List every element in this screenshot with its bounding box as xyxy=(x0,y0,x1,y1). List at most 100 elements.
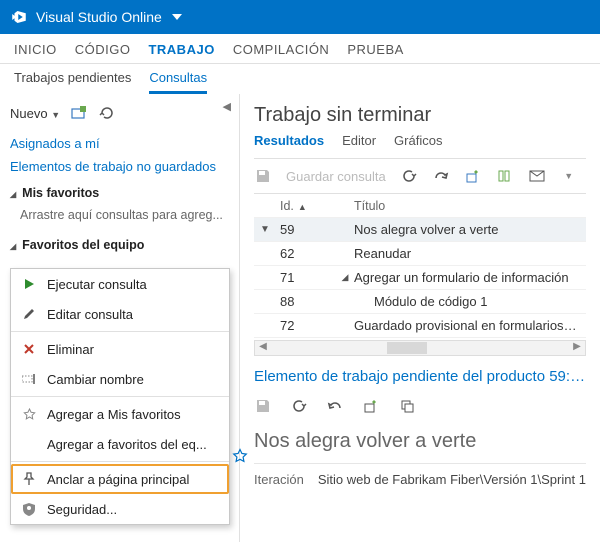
cell-title: Nos alegra volver a verte xyxy=(354,222,586,237)
main-tabs: INICIO CÓDIGO TRABAJO COMPILACIÓN PRUEBA xyxy=(0,34,600,64)
context-menu: Ejecutar consulta Editar consulta Elimin… xyxy=(10,268,230,525)
ctx-label: Agregar a Mis favoritos xyxy=(47,407,181,422)
results-grid: Id. ▲ Título ▼ 59 Nos alegra volver a ver… xyxy=(254,193,586,338)
cell-id: 62 xyxy=(276,246,336,261)
shield-icon xyxy=(21,501,37,517)
redo-icon[interactable] xyxy=(432,167,450,185)
rename-icon xyxy=(21,371,37,387)
vs-logo-icon xyxy=(10,8,28,26)
cell-title: Módulo de código 1 xyxy=(354,294,586,309)
tab-trabajo[interactable]: TRABAJO xyxy=(148,42,214,63)
work-item-link-prefix: Elemento de trabajo pendiente del produc… xyxy=(254,368,585,385)
new-dropdown[interactable]: Nuevo ▼ xyxy=(10,106,60,121)
table-row[interactable]: 72 Guardado provisional en formularios l… xyxy=(254,314,586,338)
link-unsaved-items[interactable]: Elementos de trabajo no guardados xyxy=(10,155,235,178)
refresh-icon[interactable] xyxy=(400,167,418,185)
titlebar: Visual Studio Online xyxy=(0,0,600,34)
ctx-pin-to-home[interactable]: Anclar a página principal xyxy=(11,464,229,494)
tab-codigo[interactable]: CÓDIGO xyxy=(75,42,131,63)
tab-prueba[interactable]: PRUEBA xyxy=(347,42,403,63)
ctx-label: Ejecutar consulta xyxy=(47,277,147,292)
new-item-icon[interactable] xyxy=(464,167,482,185)
ctx-label: Anclar a página principal xyxy=(47,472,189,487)
refresh-icon[interactable] xyxy=(290,397,308,415)
iteration-label: Iteración xyxy=(254,472,304,487)
link-item-icon[interactable] xyxy=(362,397,380,415)
x-icon xyxy=(21,341,37,357)
column-options-icon[interactable] xyxy=(496,167,514,185)
scroll-right-icon[interactable]: ▶ xyxy=(569,341,585,355)
tab-compilacion[interactable]: COMPILACIÓN xyxy=(233,42,330,63)
col-id[interactable]: Id. ▲ xyxy=(276,199,336,213)
star-icon xyxy=(21,406,37,422)
section-team-favorites[interactable]: Favoritos del equipo xyxy=(10,230,235,256)
work-item-title: Nos alegra volver a verte xyxy=(254,425,586,463)
undo-icon[interactable] xyxy=(326,397,344,415)
cell-title: Guardado provisional en formularios la..… xyxy=(354,318,586,333)
ctx-add-team-favorites[interactable]: Agregar a favoritos del eq... xyxy=(11,429,229,459)
cell-id: 72 xyxy=(276,318,336,333)
blank-icon xyxy=(21,436,37,452)
rtab-editor[interactable]: Editor xyxy=(342,133,376,154)
work-item-link[interactable]: Elemento de trabajo pendiente del produc… xyxy=(254,356,586,391)
results-tabs: Resultados Editor Gráficos xyxy=(254,133,586,159)
results-toolbar: Guardar consulta ▼ xyxy=(254,159,586,193)
ctx-run-query[interactable]: Ejecutar consulta xyxy=(11,269,229,299)
copy-icon[interactable] xyxy=(398,397,416,415)
cell-id: 88 xyxy=(276,294,336,309)
ctx-security[interactable]: Seguridad... xyxy=(11,494,229,524)
table-row[interactable]: ▼ 59 Nos alegra volver a verte xyxy=(254,218,586,242)
section-my-favorites[interactable]: Mis favoritos xyxy=(10,178,235,204)
sort-asc-icon: ▲ xyxy=(298,202,307,212)
iteration-value[interactable]: Sitio web de Fabrikam Fiber\Versión 1\Sp… xyxy=(318,472,586,487)
title-dropdown-icon[interactable] xyxy=(172,12,182,22)
ctx-label: Cambiar nombre xyxy=(47,372,144,387)
grid-header: Id. ▲ Título xyxy=(254,194,586,218)
cell-title: Agregar un formulario de información xyxy=(354,270,586,285)
save-icon[interactable] xyxy=(254,167,272,185)
cell-id: 59 xyxy=(276,222,336,237)
ctx-label: Editar consulta xyxy=(47,307,133,322)
rtab-charts[interactable]: Gráficos xyxy=(394,133,442,154)
col-title[interactable]: Título xyxy=(354,199,586,213)
play-icon xyxy=(21,276,37,292)
cell-id: 71 xyxy=(276,270,336,285)
ctx-delete[interactable]: Eliminar xyxy=(11,334,229,364)
table-row[interactable]: 88 Módulo de código 1 xyxy=(254,290,586,314)
cell-title: Reanudar xyxy=(354,246,586,261)
ctx-label: Agregar a favoritos del eq... xyxy=(47,437,207,452)
chevron-down-icon[interactable]: ▼ xyxy=(560,167,578,185)
right-pane: Trabajo sin terminar Resultados Editor G… xyxy=(240,94,600,542)
refresh-icon[interactable] xyxy=(98,104,116,122)
save-icon[interactable] xyxy=(254,397,272,415)
favorite-star-icon[interactable] xyxy=(232,448,248,464)
new-folder-icon[interactable] xyxy=(70,104,88,122)
subtab-queries[interactable]: Consultas xyxy=(149,70,207,94)
ctx-add-my-favorites[interactable]: Agregar a Mis favoritos xyxy=(11,399,229,429)
pencil-icon xyxy=(21,306,37,322)
table-row[interactable]: 62 Reanudar xyxy=(254,242,586,266)
iteration-row: Iteración Sitio web de Fabrikam Fiber\Ve… xyxy=(254,463,586,487)
subtab-backlog[interactable]: Trabajos pendientes xyxy=(14,70,131,94)
tab-inicio[interactable]: INICIO xyxy=(14,42,57,63)
ctx-label: Seguridad... xyxy=(47,502,117,517)
tree-collapsed-icon[interactable]: ◢ xyxy=(336,272,354,283)
collapse-pane-icon[interactable]: ◀ xyxy=(223,100,231,113)
drag-hint: Arrastre aquí consultas para agreg... xyxy=(10,204,235,230)
ctx-separator xyxy=(11,331,229,332)
rtab-results[interactable]: Resultados xyxy=(254,133,324,154)
ctx-label: Eliminar xyxy=(47,342,94,357)
scroll-thumb[interactable] xyxy=(387,342,427,354)
horizontal-scrollbar[interactable]: ◀ ▶ xyxy=(254,340,586,356)
email-icon[interactable] xyxy=(528,167,546,185)
pin-icon xyxy=(21,471,37,487)
col-id-label: Id. xyxy=(280,199,294,213)
scroll-left-icon[interactable]: ◀ xyxy=(255,341,271,355)
ctx-separator xyxy=(11,396,229,397)
table-row[interactable]: 71 ◢ Agregar un formulario de informació… xyxy=(254,266,586,290)
ctx-edit-query[interactable]: Editar consulta xyxy=(11,299,229,329)
ctx-rename[interactable]: Cambiar nombre xyxy=(11,364,229,394)
detail-toolbar xyxy=(254,391,586,425)
link-assigned-to-me[interactable]: Asignados a mí xyxy=(10,132,235,155)
expand-row-icon[interactable]: ▼ xyxy=(254,224,276,235)
